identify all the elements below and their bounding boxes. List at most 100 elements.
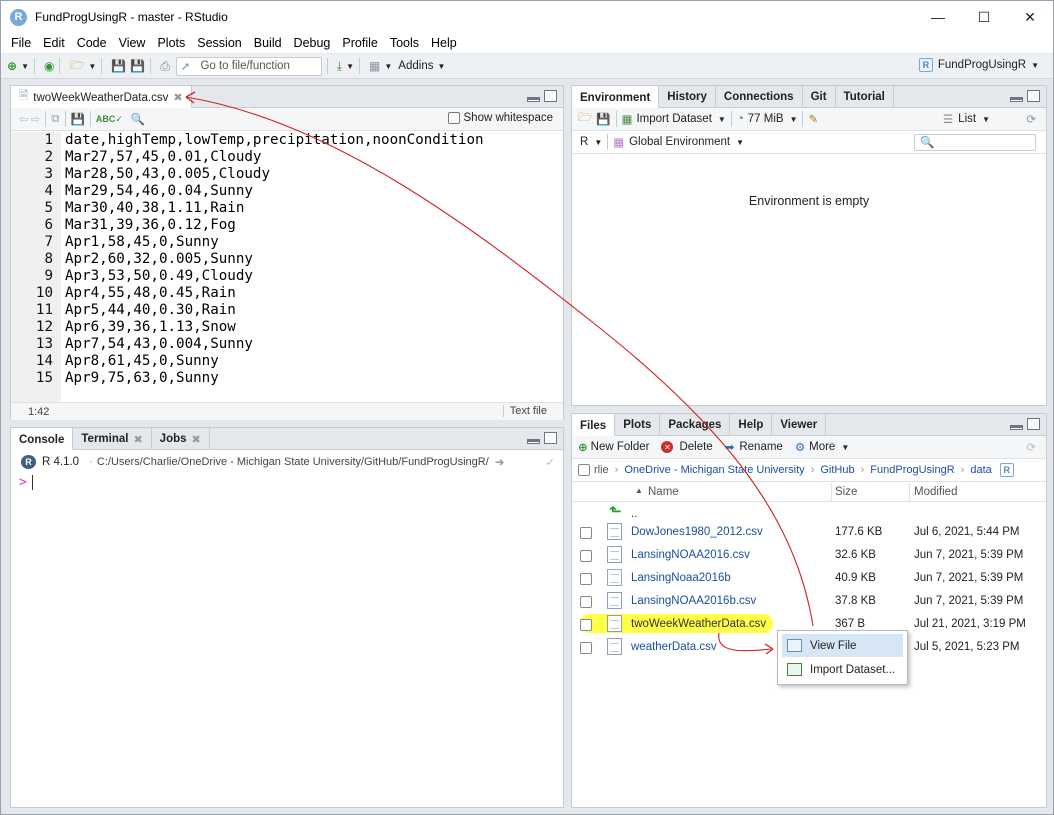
chevron-down-icon[interactable]: ▼ bbox=[88, 57, 96, 75]
maximize-pane-icon[interactable] bbox=[544, 432, 557, 444]
maximize-pane-icon[interactable] bbox=[544, 90, 557, 102]
file-checkbox[interactable] bbox=[580, 527, 592, 539]
goto-file-input[interactable]: ➚ Go to file/function bbox=[175, 56, 322, 76]
chevron-down-icon[interactable]: ▼ bbox=[718, 115, 726, 124]
breadcrumb-part[interactable]: OneDrive - Michigan State University bbox=[624, 464, 804, 476]
close-tab-icon[interactable]: ✖ bbox=[192, 433, 201, 446]
minimize-pane-icon[interactable] bbox=[1010, 97, 1023, 102]
maximize-pane-icon[interactable] bbox=[1027, 90, 1040, 102]
minimize-button[interactable]: — bbox=[915, 1, 961, 33]
minimize-pane-icon[interactable] bbox=[527, 439, 540, 444]
file-checkbox[interactable] bbox=[580, 573, 592, 585]
chevron-down-icon[interactable]: ▼ bbox=[790, 115, 798, 124]
code-line[interactable]: Apr6,39,36,1.13,Snow bbox=[65, 319, 484, 336]
chevron-down-icon[interactable]: ▼ bbox=[384, 57, 392, 75]
chevron-down-icon[interactable]: ▼ bbox=[437, 57, 445, 75]
tab-viewer[interactable]: Viewer bbox=[772, 414, 827, 436]
code-line[interactable]: Mar29,54,46,0.04,Sunny bbox=[65, 183, 484, 200]
tab-git[interactable]: Git bbox=[803, 86, 836, 108]
column-modified[interactable]: Modified bbox=[914, 486, 957, 498]
maximize-pane-icon[interactable] bbox=[1027, 418, 1040, 430]
search-icon[interactable]: 🔍 bbox=[131, 112, 145, 126]
show-in-window-icon[interactable]: ⧉ bbox=[51, 113, 59, 126]
project-menu[interactable]: R FundProgUsingR ▼ bbox=[918, 58, 1039, 72]
code-line[interactable]: Mar28,50,43,0.005,Cloudy bbox=[65, 166, 484, 183]
code-line[interactable]: Apr5,44,40,0.30,Rain bbox=[65, 302, 484, 319]
new-file-icon[interactable]: ⊕ bbox=[7, 57, 17, 75]
minimize-pane-icon[interactable] bbox=[1010, 425, 1023, 430]
menu-file[interactable]: File bbox=[5, 36, 37, 50]
menu-profile[interactable]: Profile bbox=[336, 36, 383, 50]
clear-broom-icon[interactable]: ✎ bbox=[808, 112, 818, 126]
tab-environment[interactable]: Environment bbox=[572, 86, 660, 109]
menu-tools[interactable]: Tools bbox=[384, 36, 425, 50]
code-line[interactable]: Apr1,58,45,0,Sunny bbox=[65, 234, 484, 251]
menu-debug[interactable]: Debug bbox=[288, 36, 337, 50]
tab-tutorial[interactable]: Tutorial bbox=[836, 86, 894, 108]
file-row[interactable]: LansingNOAA2016.csv 32.6 KB Jun 7, 2021,… bbox=[572, 544, 1046, 567]
print-icon[interactable]: ⎙ bbox=[160, 57, 170, 75]
select-all-checkbox[interactable] bbox=[578, 464, 590, 476]
menu-session[interactable]: Session bbox=[191, 36, 247, 50]
code-line[interactable]: Apr7,54,43,0.004,Sunny bbox=[65, 336, 484, 353]
tab-twoweekweatherdata[interactable]: 🗎 twoWeekWeatherData.csv ✖ bbox=[11, 86, 192, 109]
chevron-down-icon[interactable]: ▼ bbox=[736, 138, 744, 147]
back-icon[interactable]: ⇦ bbox=[19, 112, 29, 126]
new-project-icon[interactable]: ◉ bbox=[44, 57, 54, 75]
code-content[interactable]: date,highTemp,lowTemp,precipitation,noon… bbox=[65, 132, 484, 387]
chevron-down-icon[interactable]: ▼ bbox=[841, 443, 849, 452]
file-name-link[interactable]: LansingNOAA2016b.csv bbox=[631, 595, 756, 607]
file-checkbox[interactable] bbox=[580, 642, 592, 654]
tab-help[interactable]: Help bbox=[730, 414, 773, 436]
code-line[interactable]: Apr9,75,63,0,Sunny bbox=[65, 370, 484, 387]
chevron-down-icon[interactable]: ▼ bbox=[346, 57, 354, 75]
tab-plots[interactable]: Plots bbox=[615, 414, 661, 436]
show-whitespace-toggle[interactable]: Show whitespace bbox=[447, 112, 553, 124]
save-workspace-icon[interactable]: 💾 bbox=[596, 112, 610, 126]
clear-console-icon[interactable]: ✓ bbox=[545, 455, 555, 469]
menu-view[interactable]: View bbox=[113, 36, 152, 50]
tab-history[interactable]: History bbox=[659, 86, 716, 108]
menu-code[interactable]: Code bbox=[71, 36, 113, 50]
file-row[interactable]: LansingNOAA2016b.csv 37.8 KB Jun 7, 2021… bbox=[572, 590, 1046, 613]
menu-help[interactable]: Help bbox=[425, 36, 463, 50]
refresh-icon[interactable]: ⟳ bbox=[1026, 440, 1036, 454]
menu-item-view-file[interactable]: View File bbox=[782, 634, 903, 657]
breadcrumb-part[interactable]: data bbox=[970, 464, 991, 476]
file-checkbox[interactable] bbox=[580, 596, 592, 608]
code-line[interactable]: Apr2,60,32,0.005,Sunny bbox=[65, 251, 484, 268]
menu-item-import-dataset[interactable]: Import Dataset... bbox=[782, 658, 903, 681]
tab-terminal[interactable]: Terminal ✖ bbox=[73, 428, 152, 450]
import-dataset-button[interactable]: Import Dataset bbox=[636, 113, 711, 125]
file-name-link[interactable]: DowJones1980_2012.csv bbox=[631, 526, 763, 538]
minimize-pane-icon[interactable] bbox=[527, 97, 540, 102]
project-icon[interactable]: R bbox=[999, 463, 1014, 477]
file-row[interactable]: LansingNoaa2016b 40.9 KB Jun 7, 2021, 5:… bbox=[572, 567, 1046, 590]
load-workspace-icon[interactable]: 🗁 bbox=[578, 110, 592, 129]
file-row[interactable]: DowJones1980_2012.csv 177.6 KB Jul 6, 20… bbox=[572, 521, 1046, 544]
breadcrumb-part[interactable]: GitHub bbox=[820, 464, 854, 476]
tab-files[interactable]: Files bbox=[572, 414, 616, 437]
file-type-menu[interactable]: Text file bbox=[502, 405, 547, 417]
chevron-down-icon[interactable]: ▼ bbox=[594, 138, 602, 147]
save-all-icon[interactable]: 💾 bbox=[130, 57, 145, 75]
close-window-button[interactable]: ✕ bbox=[1007, 1, 1053, 33]
close-tab-icon[interactable]: ✖ bbox=[133, 433, 142, 446]
save-icon[interactable]: 💾 bbox=[111, 57, 126, 75]
code-line[interactable]: Apr8,61,45,0,Sunny bbox=[65, 353, 484, 370]
maximize-button[interactable]: ☐ bbox=[961, 1, 1007, 33]
environment-search-input[interactable]: 🔍 bbox=[914, 133, 1036, 151]
parent-directory-link[interactable]: .. bbox=[631, 508, 637, 520]
file-name-link[interactable]: LansingNOAA2016.csv bbox=[631, 549, 750, 561]
breadcrumb-part[interactable]: FundProgUsingR bbox=[870, 464, 954, 476]
breadcrumb-part[interactable]: rlie bbox=[594, 464, 609, 476]
delete-button[interactable]: Delete bbox=[679, 441, 712, 453]
tab-console[interactable]: Console bbox=[11, 428, 74, 451]
language-select[interactable]: R bbox=[580, 136, 588, 148]
forward-icon[interactable]: ⇨ bbox=[31, 112, 41, 126]
file-checkbox[interactable] bbox=[580, 550, 592, 562]
code-line[interactable]: date,highTemp,lowTemp,precipitation,noon… bbox=[65, 132, 484, 149]
rename-button[interactable]: Rename bbox=[739, 441, 782, 453]
column-name[interactable]: Name bbox=[648, 486, 679, 498]
addins-menu[interactable]: Addins bbox=[398, 60, 433, 72]
